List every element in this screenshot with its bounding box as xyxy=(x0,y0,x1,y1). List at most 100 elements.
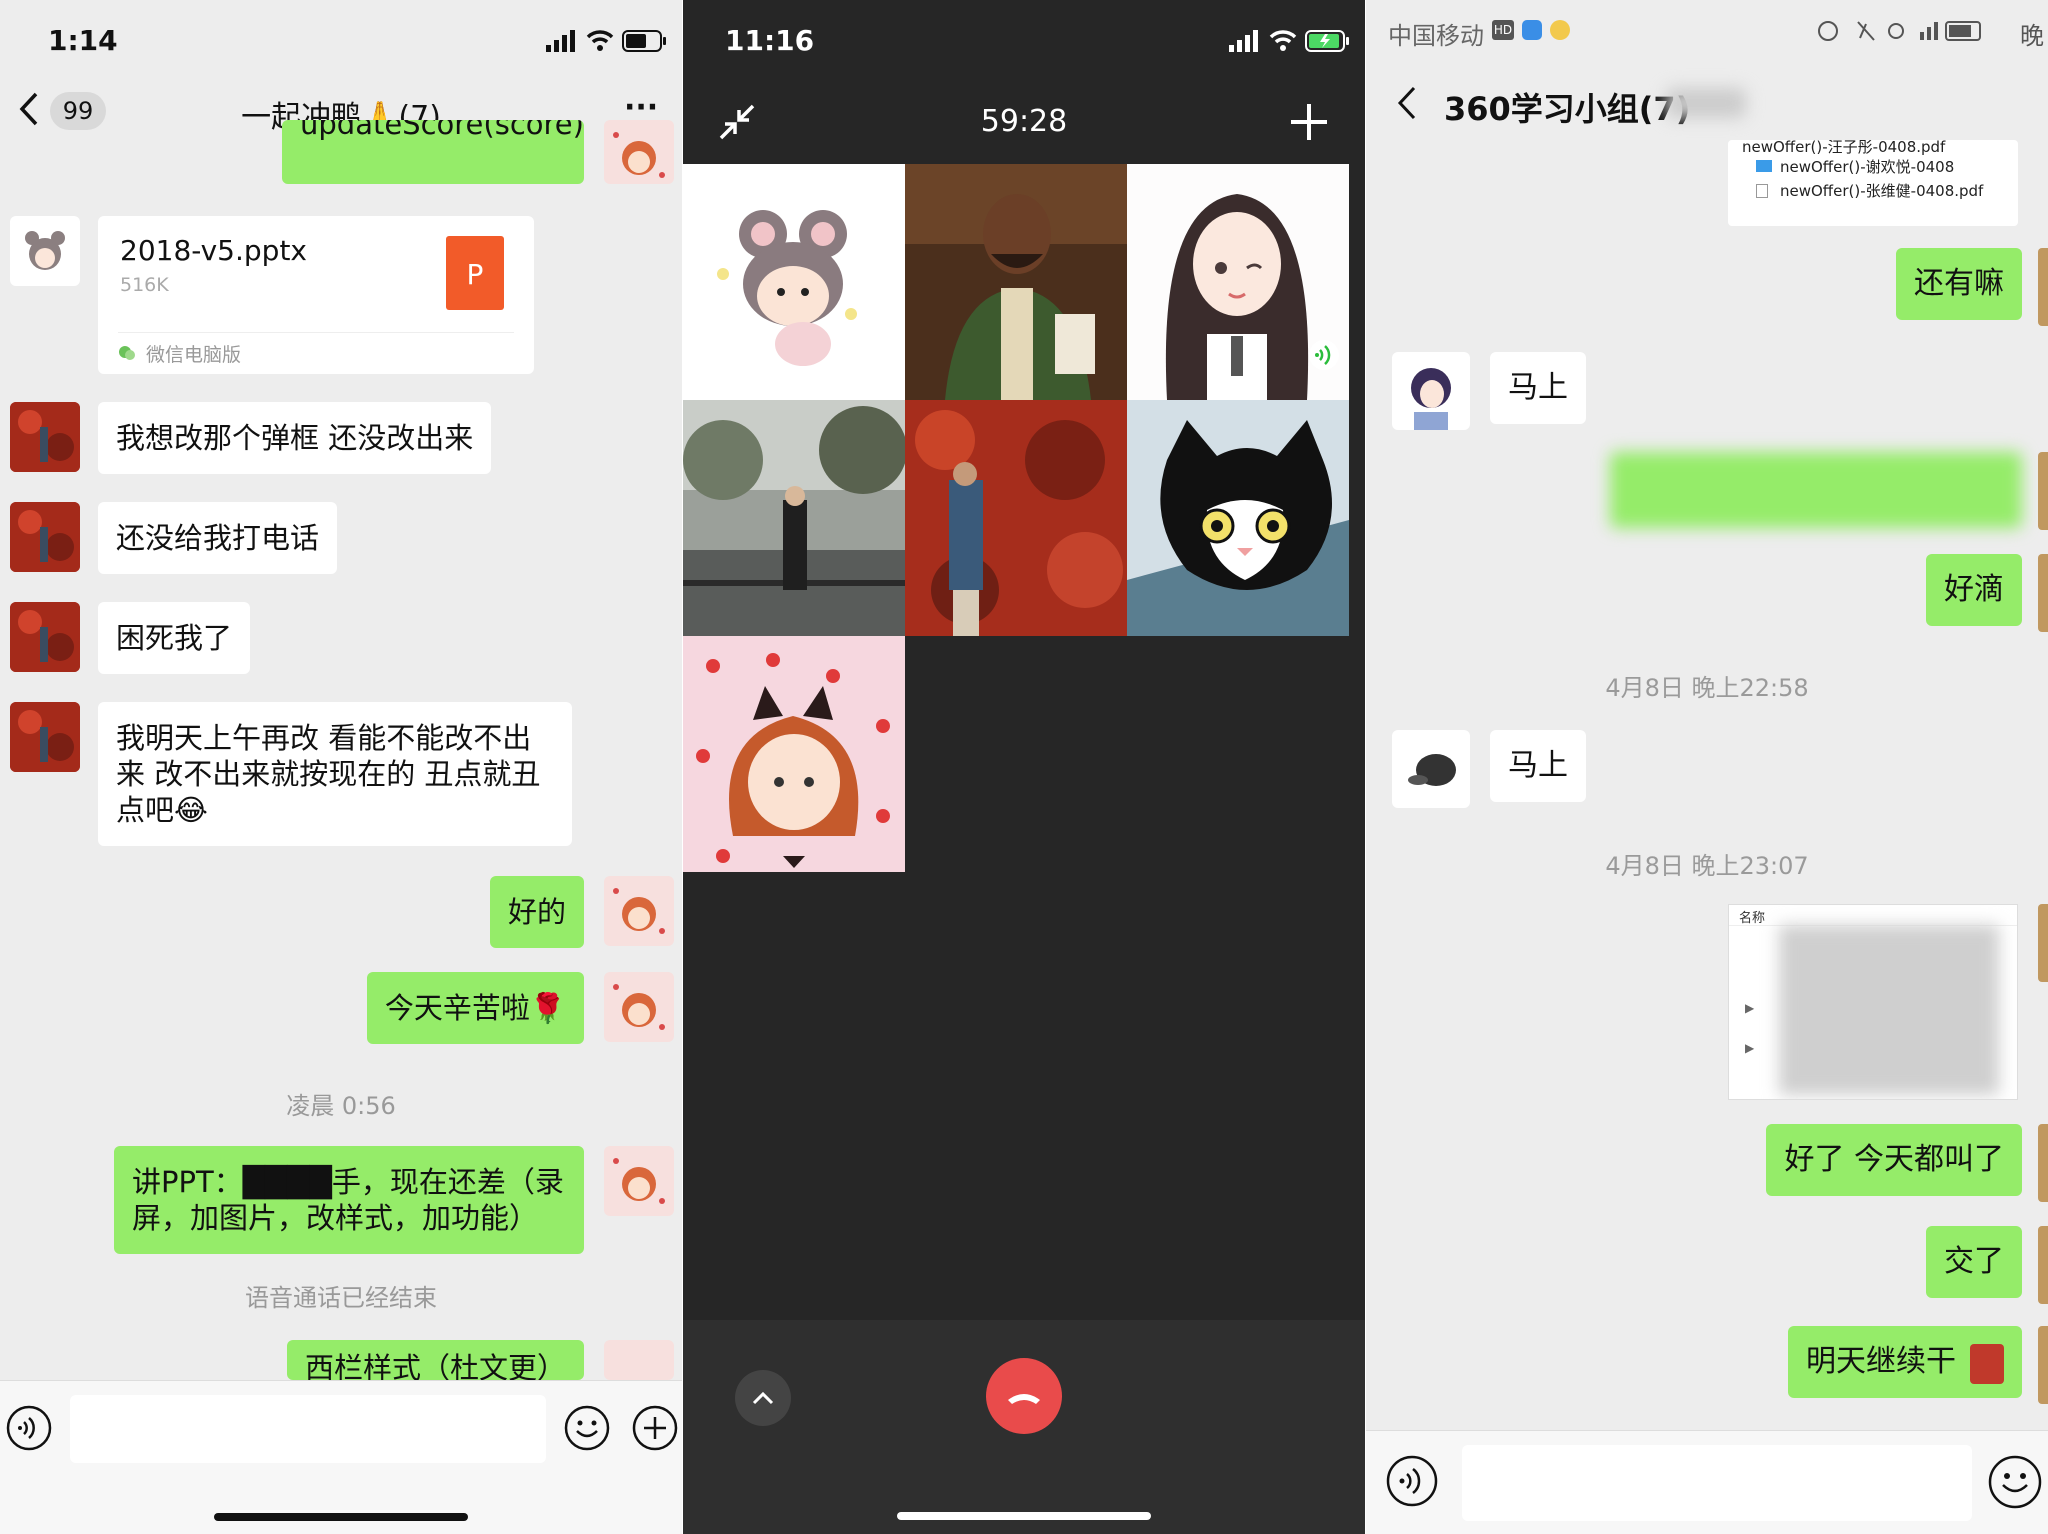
message-input[interactable] xyxy=(1462,1445,1972,1521)
voice-input-icon[interactable] xyxy=(6,1405,52,1455)
signal-icon xyxy=(546,30,580,56)
file-list-row: newOffer()-张维健-0408.pdf xyxy=(1780,182,1984,200)
message-bubble: 马上 xyxy=(1490,352,1586,424)
participant-tile-cat-cartoon[interactable] xyxy=(1127,400,1349,636)
left-chat-screen: 1:14 99 一起冲鸭🙏(7) ··· updateScore(score) … xyxy=(0,0,682,1534)
message-input[interactable] xyxy=(70,1395,546,1463)
back-icon[interactable] xyxy=(1396,86,1418,124)
message-bubble: 还没给我打电话 xyxy=(98,502,338,574)
my-avatar-cropped xyxy=(2038,452,2048,530)
my-avatar-cropped xyxy=(2038,904,2048,982)
call-controls-bar xyxy=(683,1320,1365,1534)
my-message-bubble: 交了 xyxy=(1926,1226,2022,1298)
right-chat-screen: 中国移动 HD 晚 360学习小组(7) newOffer()-汪子彤-0408… xyxy=(1366,0,2048,1534)
expand-controls-button[interactable] xyxy=(735,1370,791,1426)
group-video-call-screen: 11:16 59:28 xyxy=(683,0,1365,1534)
add-member-icon[interactable] xyxy=(1289,102,1329,146)
my-avatar[interactable] xyxy=(604,1340,674,1380)
wifi-icon xyxy=(1269,28,1297,56)
emoji-icon[interactable] xyxy=(1988,1455,2042,1513)
voice-input-icon[interactable] xyxy=(1386,1455,1438,1511)
sender-avatar-leaves[interactable] xyxy=(10,402,80,472)
app-notification-icon xyxy=(1550,20,1570,40)
my-avatar-cropped xyxy=(2038,248,2048,326)
my-avatar[interactable] xyxy=(604,972,674,1042)
message-bubble: 困死我了 xyxy=(98,602,251,674)
message-bubble: 我想改那个弹框 还没改出来 xyxy=(98,402,492,474)
input-bar xyxy=(1366,1430,2048,1534)
file-source: 微信电脑版 xyxy=(146,344,242,366)
message-bubble-partial: updateScore(score) xyxy=(282,120,584,184)
participant-tile-river-photo[interactable] xyxy=(683,400,905,636)
my-avatar-cropped xyxy=(2038,1124,2048,1202)
my-avatar[interactable] xyxy=(604,876,674,946)
my-message-bubble: 讲PPT：████手，现在还差（录屏，加图片，改样式，加功能） xyxy=(114,1146,584,1254)
status-extra: 晚 xyxy=(2020,22,2044,50)
home-indicator xyxy=(897,1512,1151,1520)
sender-avatar-mouse[interactable] xyxy=(10,216,80,286)
sender-avatar-leaves[interactable] xyxy=(10,602,80,672)
battery-charging-icon xyxy=(1305,30,1351,56)
pdf-file-icon xyxy=(1756,184,1768,198)
wifi-icon xyxy=(586,28,614,56)
sender-avatar-hedgehog[interactable] xyxy=(1392,730,1470,808)
status-icons xyxy=(1816,18,1986,48)
participant-tile-bearded-man[interactable] xyxy=(905,164,1127,400)
my-message-bubble: 好滴 xyxy=(1926,554,2022,626)
my-avatar[interactable] xyxy=(604,1146,674,1216)
my-avatar-cropped xyxy=(2038,1326,2048,1404)
hang-up-icon xyxy=(1008,1394,1040,1404)
my-avatar[interactable] xyxy=(604,120,674,184)
my-avatar-cropped xyxy=(2038,554,2048,632)
timestamp: 凌晨 0:56 xyxy=(286,1092,396,1120)
app-notification-icon xyxy=(1522,20,1542,40)
message-bubble: 我明天上午再改 看能不能改不出来 改不出来就按现在的 丑点就丑点吧😂 xyxy=(98,702,572,846)
column-header: 名称 xyxy=(1739,911,1766,926)
file-name: 2018-v5.pptx xyxy=(120,234,307,267)
my-message-bubble: 明天继续干 xyxy=(1788,1326,2022,1398)
file-size: 516K xyxy=(120,274,169,296)
battery-icon xyxy=(622,30,668,56)
timestamp: 4月8日 晚上22:58 xyxy=(1605,674,1809,702)
hang-up-button[interactable] xyxy=(986,1358,1062,1434)
input-bar xyxy=(0,1380,682,1534)
expand-arrow-icon: ▶ xyxy=(1745,1001,1755,1015)
sender-avatar-leaves[interactable] xyxy=(10,502,80,572)
participant-tile-anime-girl[interactable] xyxy=(1127,164,1349,400)
sender-avatar-girl[interactable] xyxy=(1392,352,1470,430)
blurred-message-bubble: ████████████████ xyxy=(1610,452,2022,528)
timestamp: 4月8日 晚上23:07 xyxy=(1605,852,1809,880)
wechat-pc-icon xyxy=(118,344,136,366)
file-list-row: newOffer()-谢欢悦-0408 xyxy=(1780,158,1955,176)
plus-icon[interactable] xyxy=(632,1405,678,1455)
expand-arrow-icon: ▶ xyxy=(1745,1041,1755,1055)
participant-tile-mouse-girl[interactable] xyxy=(683,164,905,400)
carrier-name: 中国移动 xyxy=(1388,22,1484,50)
blurred-region xyxy=(1666,88,1746,118)
image-message-screenshot[interactable]: 名称 ▶ ▶ xyxy=(1728,904,2018,1100)
blurred-region xyxy=(1779,925,1999,1095)
file-message-card[interactable]: 2018-v5.pptx 516K P 微信电脑版 xyxy=(98,216,534,374)
call-timer: 59:28 xyxy=(980,104,1068,139)
message-bubble: 马上 xyxy=(1490,730,1586,802)
emoji-icon[interactable] xyxy=(564,1405,610,1455)
participant-tile-strawberry-girl[interactable] xyxy=(683,636,905,872)
hd-badge: HD xyxy=(1492,20,1514,40)
file-list-row: newOffer()-汪子彤-0408.pdf xyxy=(1742,140,1946,156)
my-avatar-cropped xyxy=(2038,1226,2048,1304)
participant-tile-red-leaves-photo[interactable] xyxy=(905,400,1127,636)
folder-icon xyxy=(1756,160,1772,172)
system-notice: 语音通话已经结束 xyxy=(245,1284,437,1312)
speaking-indicator-icon xyxy=(1309,340,1339,370)
chat-title: 360学习小组(7) xyxy=(1444,90,1691,128)
my-message-bubble: 好了 今天都叫了 xyxy=(1766,1124,2022,1196)
status-time: 1:14 xyxy=(48,24,118,57)
pptx-file-icon: P xyxy=(446,236,504,310)
fuel-pump-emoji-icon xyxy=(1970,1344,2004,1384)
my-message-bubble-partial: 西栏样式（杜文更） xyxy=(286,1340,584,1380)
my-message-bubble: 今天辛苦啦🌹 xyxy=(366,972,584,1044)
my-message-bubble: 还有嘛 xyxy=(1896,248,2022,320)
image-message-file-list[interactable]: newOffer()-汪子彤-0408.pdf newOffer()-谢欢悦-0… xyxy=(1728,140,2018,226)
sender-avatar-leaves[interactable] xyxy=(10,702,80,772)
my-message-bubble: 好的 xyxy=(489,876,584,948)
